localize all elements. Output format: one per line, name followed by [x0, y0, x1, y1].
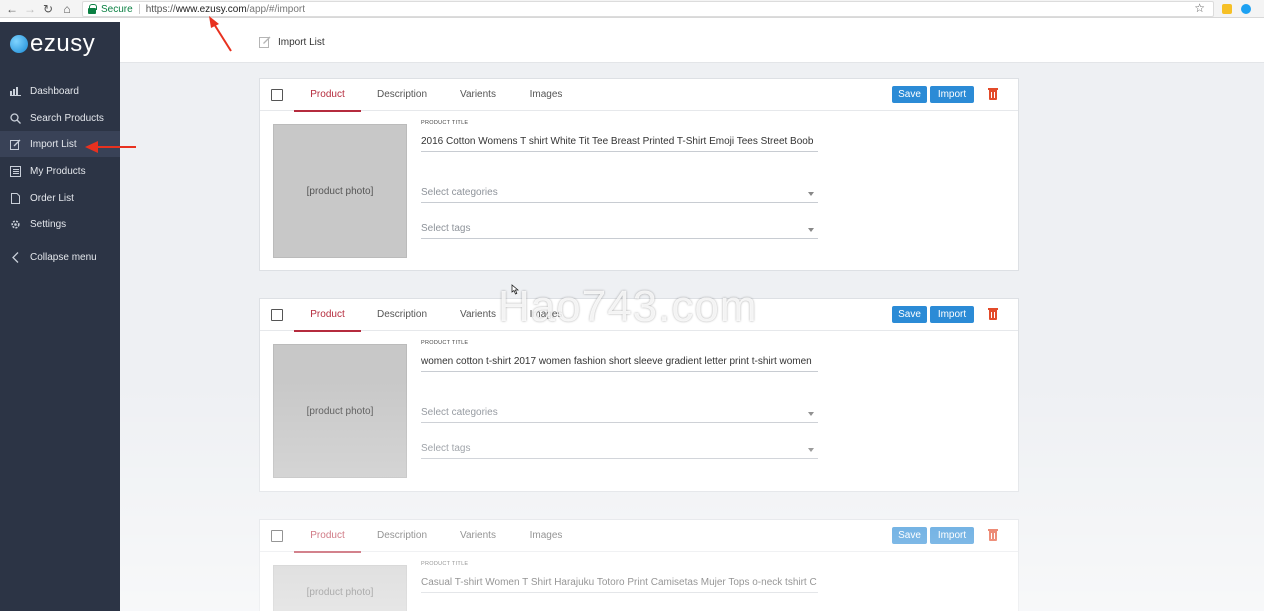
tab-images[interactable]: Images: [522, 520, 570, 552]
sidebar-item-label: My Products: [30, 165, 86, 177]
card-tab-bar: Product Description Varients Images Save…: [260, 79, 1018, 112]
caret-down-icon: [808, 412, 814, 416]
save-button[interactable]: Save: [892, 527, 927, 544]
tab-varients[interactable]: Varients: [453, 299, 503, 331]
select-checkbox[interactable]: [271, 309, 283, 321]
url-divider: [138, 4, 140, 14]
edit-icon: [259, 36, 271, 48]
trash-icon[interactable]: [988, 87, 998, 100]
sidebar-item-label: Dashboard: [30, 85, 79, 97]
import-button[interactable]: Import: [930, 86, 974, 103]
trash-icon[interactable]: [988, 307, 998, 320]
list-icon: [9, 165, 21, 177]
forward-button[interactable]: →: [21, 0, 39, 18]
tags-select[interactable]: Select tags: [421, 443, 818, 459]
select-checkbox[interactable]: [271, 530, 283, 542]
save-button[interactable]: Save: [892, 306, 927, 323]
product-title-label: PRODUCT TITLE: [421, 120, 469, 126]
search-icon: [9, 112, 21, 124]
tab-product[interactable]: Product: [294, 79, 361, 112]
annotation-arrow-icon: [209, 16, 232, 52]
secure-label: Secure: [101, 3, 133, 15]
product-image: [product photo]: [273, 124, 407, 258]
mouse-cursor-icon: [511, 284, 519, 295]
sidebar-item-settings[interactable]: Settings: [0, 211, 120, 237]
lock-icon: [87, 4, 97, 14]
tab-product[interactable]: Product: [294, 520, 361, 553]
annotation-arrow-icon: [85, 141, 136, 153]
chevron-left-icon: [9, 251, 21, 263]
url-host: www.ezusy.com: [175, 3, 247, 15]
import-button[interactable]: Import: [930, 527, 974, 544]
back-button[interactable]: ←: [3, 0, 21, 18]
tags-placeholder: Select tags: [421, 223, 471, 234]
sidebar-item-label: Import List: [30, 138, 77, 150]
page-title: Import List: [278, 37, 325, 48]
sidebar-item-order-list[interactable]: Order List: [0, 185, 120, 211]
caret-down-icon: [808, 448, 814, 452]
gear-icon: [9, 218, 21, 230]
import-button[interactable]: Import: [930, 306, 974, 323]
tab-product[interactable]: Product: [294, 299, 361, 332]
tags-select[interactable]: Select tags: [421, 223, 818, 239]
product-card: Product Description Varients Images Save…: [259, 519, 1019, 611]
extension-icon[interactable]: [1241, 4, 1251, 14]
page-header: Import List: [120, 22, 1264, 63]
sidebar: ezusy Dashboard Search Products Import L…: [0, 22, 120, 611]
file-icon: [9, 192, 21, 204]
sidebar-item-label: Collapse menu: [30, 251, 97, 263]
logo[interactable]: ezusy: [10, 30, 95, 58]
sidebar-item-dashboard[interactable]: Dashboard: [0, 78, 120, 104]
trash-icon[interactable]: [988, 528, 998, 541]
home-button[interactable]: ⌂: [58, 0, 76, 18]
tab-description[interactable]: Description: [370, 520, 434, 552]
tab-varients[interactable]: Varients: [453, 79, 503, 111]
sidebar-item-label: Order List: [30, 192, 74, 204]
product-title-label: PRODUCT TITLE: [421, 340, 469, 346]
url-path: /app/#/import: [246, 3, 306, 15]
card-tab-bar: Product Description Varients Images Save…: [260, 520, 1018, 553]
sidebar-item-label: Search Products: [30, 112, 104, 124]
address-bar[interactable]: Secure https://www.ezusy.com/app/#/impor…: [82, 1, 1214, 17]
tags-placeholder: Select tags: [421, 443, 471, 454]
tab-varients[interactable]: Varients: [453, 520, 503, 552]
product-image: [product photo]: [273, 344, 407, 478]
sidebar-item-search-products[interactable]: Search Products: [0, 105, 120, 131]
tab-images[interactable]: Images: [522, 79, 570, 111]
logo-text: ezusy: [30, 30, 96, 57]
tab-description[interactable]: Description: [370, 79, 434, 111]
sidebar-collapse-menu[interactable]: Collapse menu: [0, 244, 120, 270]
sidebar-item-my-products[interactable]: My Products: [0, 158, 120, 184]
caret-down-icon: [808, 228, 814, 232]
product-title-input[interactable]: Casual T-shirt Women T Shirt Harajuku To…: [421, 577, 818, 593]
categories-select[interactable]: Select categories: [421, 187, 818, 203]
bookmark-star-icon[interactable]: ☆: [1194, 1, 1205, 15]
url-scheme: https://: [145, 3, 176, 15]
tab-description[interactable]: Description: [370, 299, 434, 331]
product-title-input[interactable]: 2016 Cotton Womens T shirt White Tit Tee…: [421, 136, 818, 152]
reload-button[interactable]: ↻: [39, 0, 57, 18]
categories-placeholder: Select categories: [421, 187, 498, 198]
edit-icon: [9, 138, 21, 150]
categories-placeholder: Select categories: [421, 407, 498, 418]
product-title-input[interactable]: women cotton t-shirt 2017 women fashion …: [421, 356, 818, 372]
product-card: Product Description Varients Images Save…: [259, 78, 1019, 271]
save-button[interactable]: Save: [892, 86, 927, 103]
product-image: [product photo]: [273, 565, 407, 611]
watermark: Hao743.com: [498, 282, 758, 331]
select-checkbox[interactable]: [271, 89, 283, 101]
categories-select[interactable]: Select categories: [421, 407, 818, 423]
dashboard-icon: [9, 85, 21, 97]
sidebar-item-label: Settings: [30, 218, 67, 230]
product-title-label: PRODUCT TITLE: [421, 561, 469, 567]
extension-icon[interactable]: [1222, 4, 1232, 14]
caret-down-icon: [808, 192, 814, 196]
logo-globe-icon: [10, 35, 28, 53]
browser-toolbar: ← → ↻ ⌂ Secure https://www.ezusy.com/app…: [0, 0, 1264, 18]
